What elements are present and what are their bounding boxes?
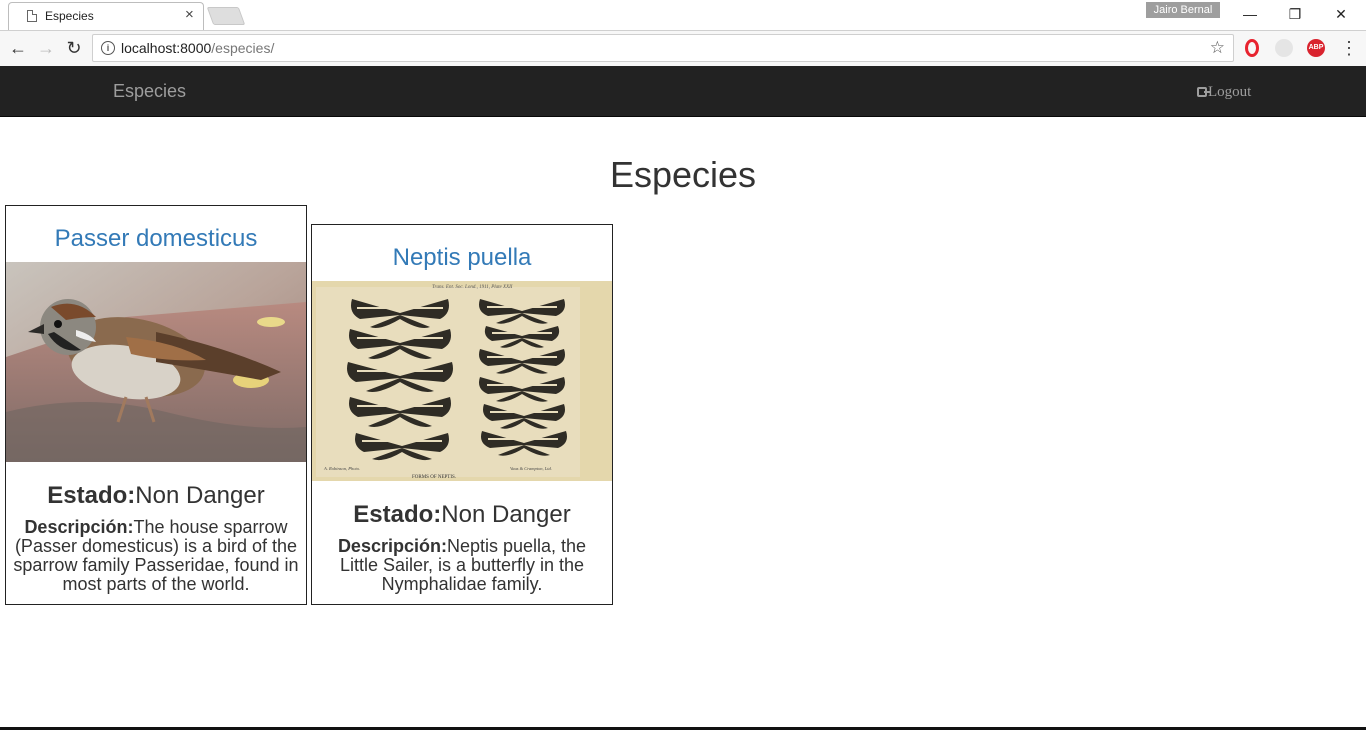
profile-badge[interactable]: Jairo Bernal xyxy=(1146,2,1220,18)
url-host: localhost:8000 xyxy=(121,40,212,56)
tab-title: Especies xyxy=(45,9,94,23)
reload-icon[interactable]: ↻ xyxy=(62,36,86,60)
descripcion: Descripción:Neptis puella, the Little Sa… xyxy=(318,537,606,594)
plate-caption: FORMS OF NEPTIS. xyxy=(412,475,456,480)
estado: Estado:Non Danger xyxy=(312,501,612,529)
url-text[interactable]: localhost:8000/especies/ xyxy=(121,40,274,56)
estado: Estado:Non Danger xyxy=(6,482,306,510)
estado-value: Non Danger xyxy=(135,482,265,509)
species-card: Passer domesticus Estado:Non Danger Desc… xyxy=(5,205,307,605)
browser-tab[interactable]: Especies × xyxy=(8,2,204,30)
site-navbar: Especies Logout xyxy=(0,66,1366,117)
restore-button[interactable]: ❐ xyxy=(1280,4,1310,24)
address-bar[interactable]: i localhost:8000/especies/ ☆ xyxy=(92,34,1234,62)
browser-toolbar: ← → ↻ i localhost:8000/especies/ ☆ ABP ⋮ xyxy=(0,30,1366,66)
estado-value: Non Danger xyxy=(441,501,571,528)
butterfly-plate-image: Trans. Ent. Soc. Lond., 1911, Plate XXII xyxy=(312,281,612,481)
estado-label: Estado: xyxy=(353,501,442,528)
species-card: Neptis puella Trans. Ent. Soc. Lond., 19… xyxy=(311,224,613,605)
species-name-link[interactable]: Neptis puella xyxy=(312,244,612,281)
navbar-brand[interactable]: Especies xyxy=(113,81,186,102)
tab-close-icon[interactable]: × xyxy=(185,6,194,23)
page-title: Especies xyxy=(609,154,757,195)
opera-extension-icon[interactable] xyxy=(1245,39,1259,57)
info-icon[interactable]: i xyxy=(101,41,115,55)
logout-icon xyxy=(1197,87,1211,97)
browser-tabstrip: Especies × Jairo Bernal — ❐ ✕ xyxy=(0,0,1366,30)
species-name-link[interactable]: Passer domesticus xyxy=(6,225,306,262)
page-icon xyxy=(27,10,37,22)
forward-arrow-icon[interactable]: → xyxy=(34,36,58,60)
sparrow-image xyxy=(6,262,306,462)
descripcion: Descripción:The house sparrow (Passer do… xyxy=(12,518,300,594)
logout-link[interactable]: Logout xyxy=(1197,84,1251,101)
minimize-button[interactable]: — xyxy=(1235,4,1265,24)
browser-menu-icon[interactable]: ⋮ xyxy=(1340,37,1358,59)
plate-header: Trans. Ent. Soc. Lond., 1911, Plate XXII xyxy=(432,285,513,290)
adblock-plus-icon[interactable]: ABP xyxy=(1307,39,1325,57)
descripcion-label: Descripción: xyxy=(337,536,447,556)
bookmark-star-icon[interactable]: ☆ xyxy=(1210,38,1225,58)
estado-label: Estado: xyxy=(47,482,136,509)
back-arrow-icon[interactable]: ← xyxy=(6,36,30,60)
url-path: /especies/ xyxy=(211,40,275,56)
descripcion-label: Descripción: xyxy=(24,517,134,537)
close-window-button[interactable]: ✕ xyxy=(1326,4,1356,24)
logout-label: Logout xyxy=(1208,84,1252,100)
ghost-extension-icon[interactable] xyxy=(1275,39,1293,57)
new-tab-button[interactable] xyxy=(206,7,246,25)
